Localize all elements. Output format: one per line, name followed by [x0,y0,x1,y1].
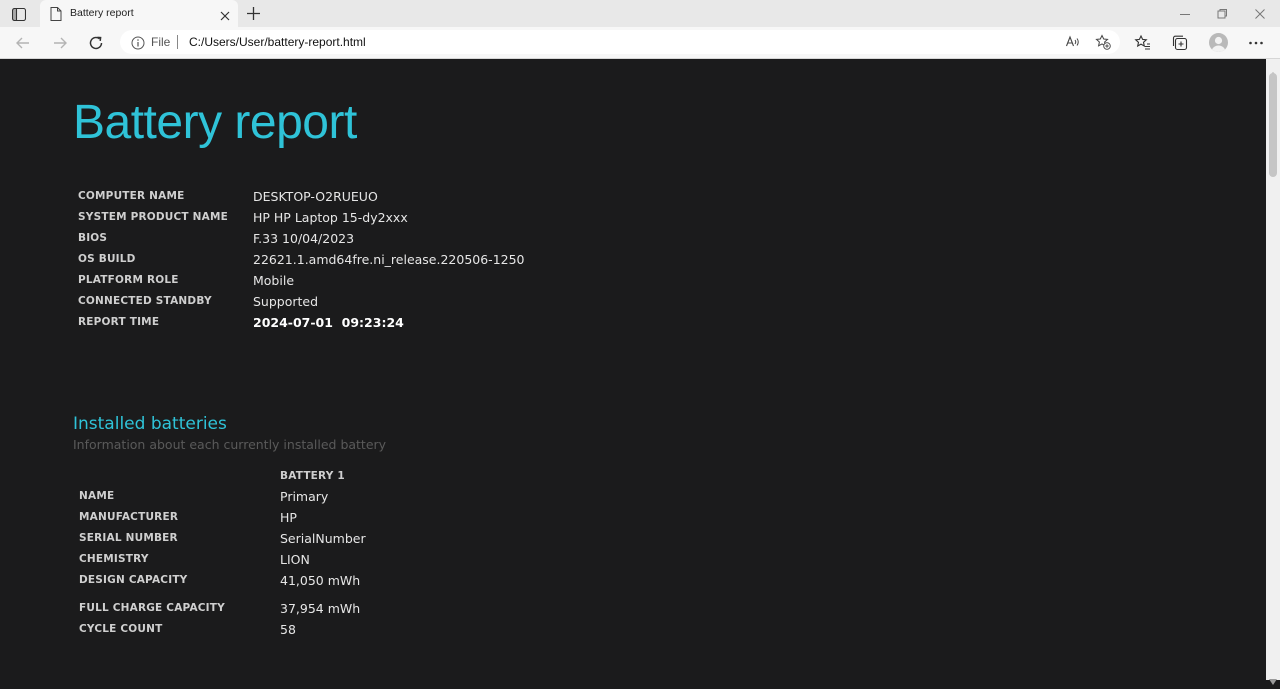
star-plus-icon[interactable] [1095,34,1111,50]
installed-batteries-subheading: Information about each currently install… [73,437,387,452]
full-charge-capacity-label: FULL CHARGE CAPACITY [79,602,225,614]
bios-label: BIOS [78,232,108,244]
collections-icon[interactable] [1171,34,1189,52]
installed-batteries-heading: Installed batteries [73,414,227,434]
url-text[interactable]: C:/Users/User/battery-report.html [189,35,366,49]
tab-actions-icon[interactable] [8,5,30,23]
full-charge-capacity-value: 37,954 mWh [280,601,361,616]
page-content: Battery report COMPUTER NAME DESKTOP-O2R… [0,59,1266,680]
refresh-icon[interactable] [87,34,105,52]
bios-value: F.33 10/04/2023 [253,231,355,246]
back-arrow-icon[interactable] [14,34,32,52]
os-build-label: OS BUILD [78,253,136,265]
forward-arrow-icon[interactable] [51,34,69,52]
computer-name-value: DESKTOP-O2RUEUO [253,189,378,204]
manufacturer-value: HP [280,510,297,525]
vertical-scrollbar[interactable] [1266,59,1280,685]
cycle-count-label: CYCLE COUNT [79,623,163,635]
scrollbar-thumb[interactable] [1269,73,1277,177]
battery-name-value: Primary [280,489,329,504]
chemistry-value: LION [280,552,310,567]
platform-role-value: Mobile [253,273,295,288]
serial-number-value: SerialNumber [280,531,366,546]
plus-icon[interactable] [245,5,262,22]
connected-standby-label: CONNECTED STANDBY [78,295,212,307]
close-window-icon[interactable] [1253,6,1267,20]
url-divider [177,35,178,49]
serial-number-label: SERIAL NUMBER [79,532,178,544]
computer-name-label: COMPUTER NAME [78,190,185,202]
manufacturer-label: MANUFACTURER [79,511,179,523]
close-icon[interactable] [219,7,231,21]
scroll-down-icon[interactable] [1269,670,1277,685]
system-product-name-label: SYSTEM PRODUCT NAME [78,211,228,223]
cycle-count-value: 58 [280,622,296,637]
minimize-icon[interactable] [1178,6,1192,20]
chemistry-label: CHEMISTRY [79,553,149,565]
page-icon [50,6,62,21]
report-time-value: 2024-07-01 09:23:24 [253,315,404,330]
tab-strip: Battery report [0,0,1280,27]
avatar-icon[interactable] [1209,33,1228,52]
page-title: Battery report [73,96,357,149]
favorites-icon[interactable] [1134,34,1152,52]
system-product-name-value: HP HP Laptop 15-dy2xxx [253,210,408,225]
read-aloud-icon[interactable] [1065,34,1081,50]
battery-name-label: NAME [79,490,115,502]
design-capacity-label: DESIGN CAPACITY [79,574,188,586]
restore-icon[interactable] [1215,6,1229,20]
scroll-up-icon[interactable] [1269,63,1277,78]
platform-role-label: PLATFORM ROLE [78,274,179,286]
battery-1-column-header: BATTERY 1 [280,470,345,482]
address-toolbar: File C:/Users/User/battery-report.html [0,27,1280,59]
connected-standby-value: Supported [253,294,319,309]
address-bar[interactable]: File C:/Users/User/battery-report.html [120,30,1120,54]
more-icon[interactable] [1247,34,1265,52]
report-time-label: REPORT TIME [78,316,160,328]
tab-title: Battery report [70,7,134,19]
design-capacity-value: 41,050 mWh [280,573,361,588]
tab-battery-report[interactable]: Battery report [40,0,238,27]
os-build-value: 22621.1.amd64fre.ni_release.220506-1250 [253,252,525,267]
info-icon[interactable] [131,35,145,50]
scheme-label: File [151,35,171,49]
